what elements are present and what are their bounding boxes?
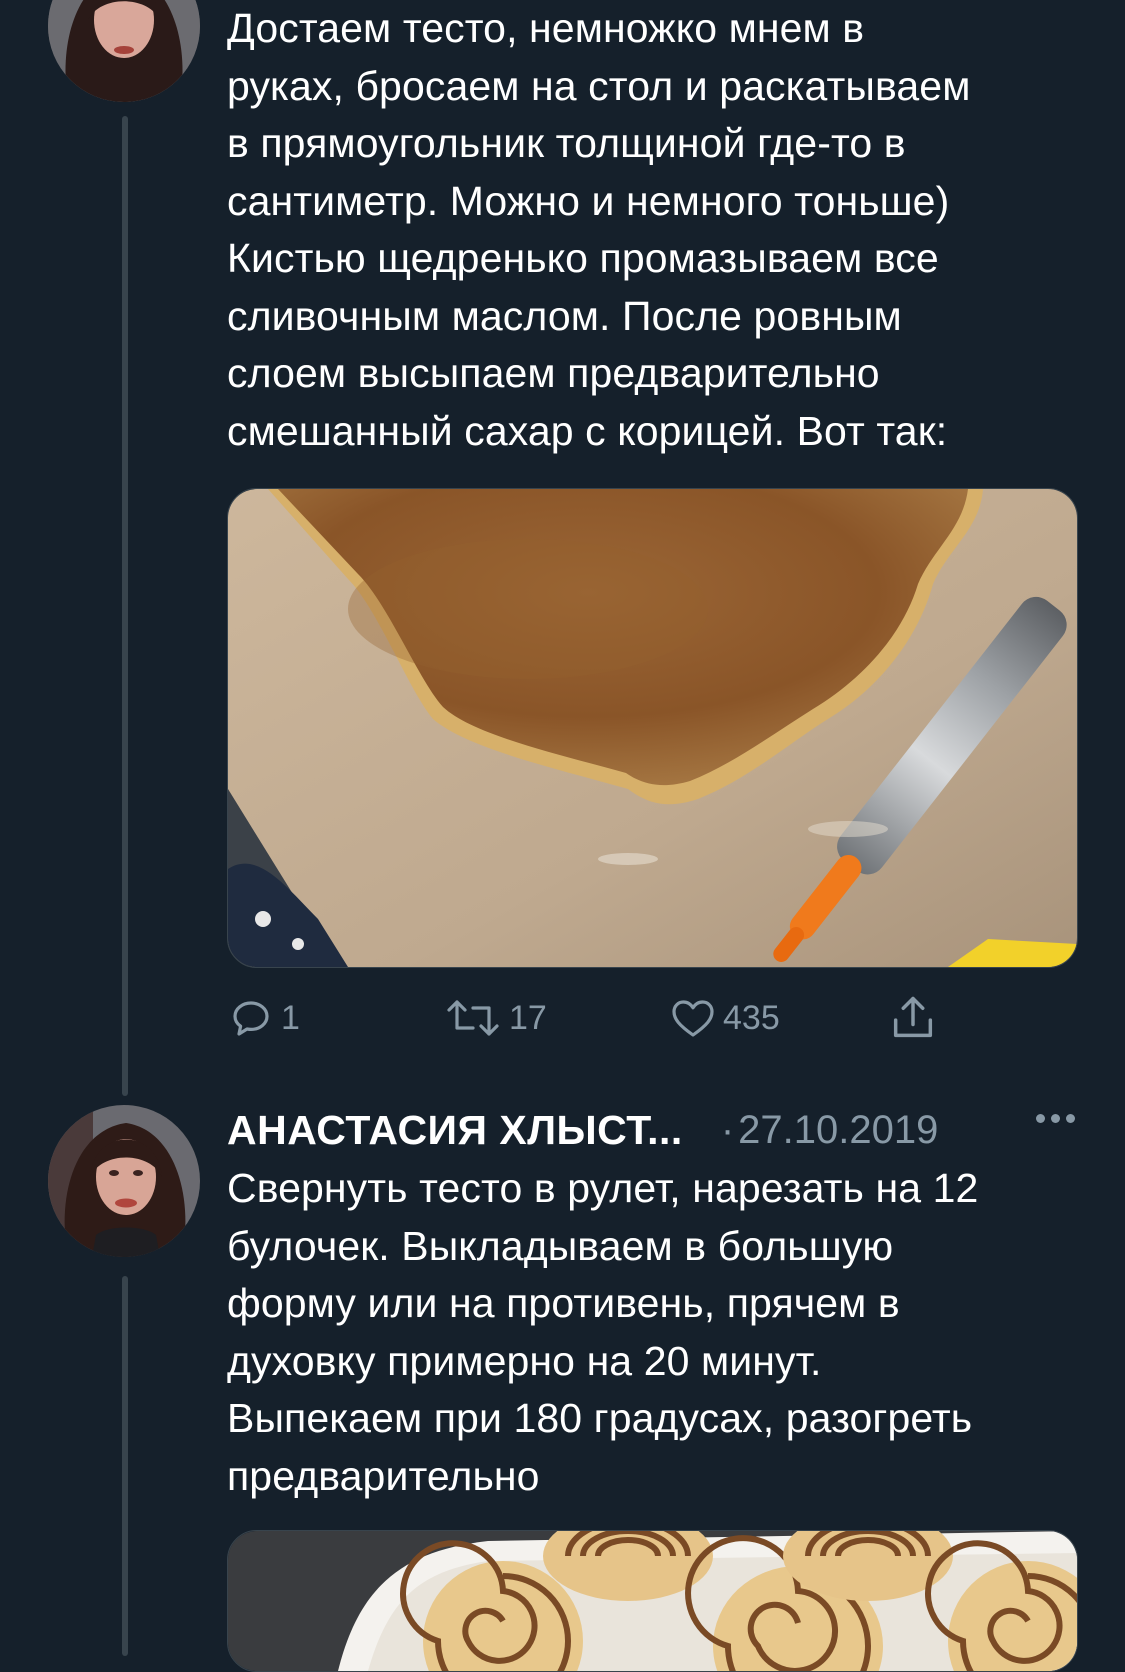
like-count: 435 <box>723 998 780 1037</box>
more-dot <box>1036 1114 1045 1123</box>
retweet-icon <box>447 1000 499 1036</box>
more-icon[interactable] <box>1036 1114 1075 1123</box>
tweet-image[interactable] <box>227 488 1078 968</box>
separator-dot: · <box>720 1107 735 1152</box>
like-button[interactable]: 435 <box>669 990 780 1046</box>
author-name[interactable]: АНАСТАСИЯ ХЛЫСТ... <box>227 1107 683 1154</box>
thread-line <box>122 116 128 1096</box>
reply-icon <box>233 1001 269 1036</box>
share-button[interactable] <box>887 990 939 1046</box>
retweet-count: 17 <box>509 998 547 1037</box>
tweet-image[interactable] <box>227 1530 1078 1672</box>
heart-icon <box>672 1000 714 1037</box>
share-icon <box>893 996 933 1038</box>
avatar[interactable] <box>48 1105 200 1257</box>
avatar[interactable] <box>48 0 200 102</box>
tweet-actions: 1 17 435 <box>227 990 987 1046</box>
tweet-text: Свернуть тесто в рулет, нарезать на 12 б… <box>227 1165 979 1499</box>
tweet-header: АНАСТАСИЯ ХЛЫСТ... · 27.10.2019 <box>227 1100 1107 1160</box>
retweet-button[interactable]: 17 <box>443 990 547 1046</box>
tweet-text: Достаем тесто, немножко мнем в руках, бр… <box>227 5 971 454</box>
more-dot <box>1051 1114 1060 1123</box>
tweet-date[interactable]: 27.10.2019 <box>738 1108 938 1153</box>
more-dot <box>1066 1114 1075 1123</box>
reply-count: 1 <box>281 998 300 1037</box>
reply-button[interactable]: 1 <box>227 990 300 1046</box>
thread-line <box>122 1276 128 1656</box>
